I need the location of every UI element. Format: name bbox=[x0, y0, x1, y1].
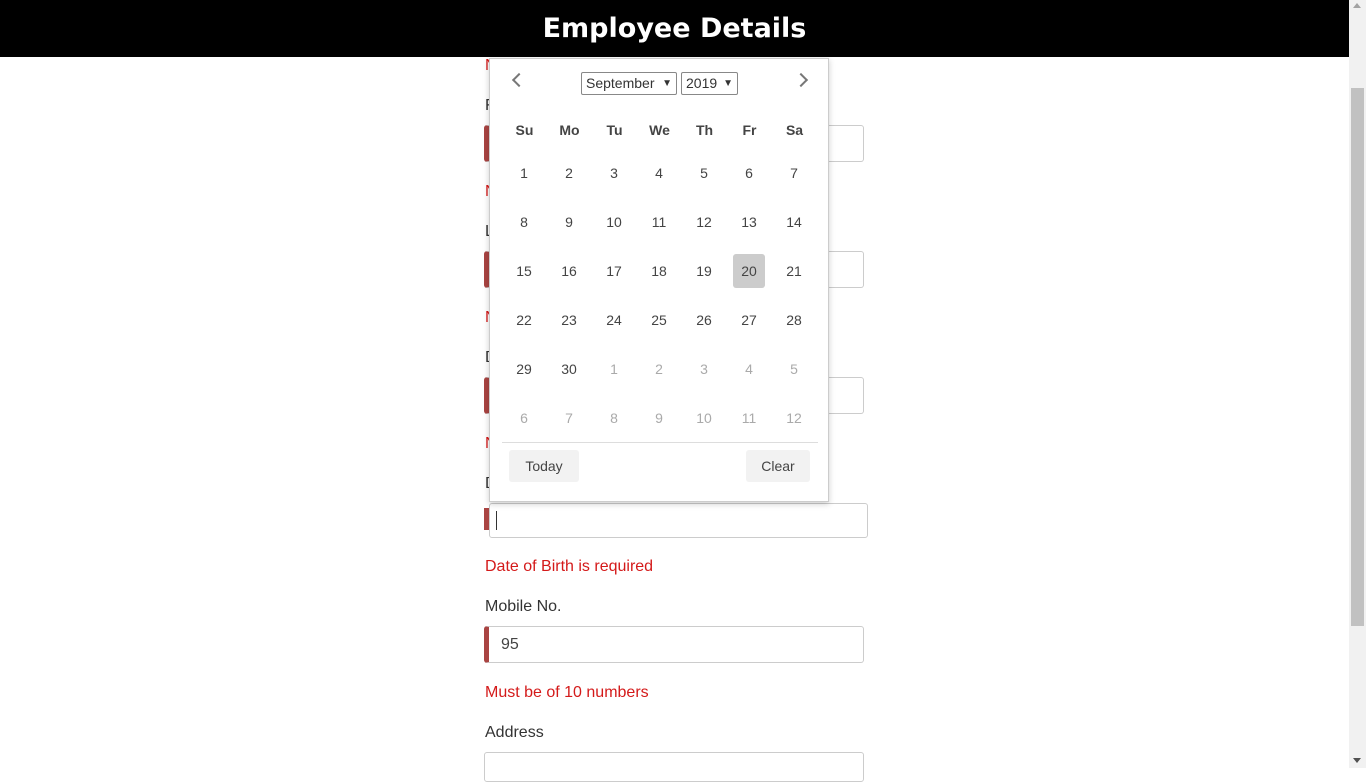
mobile-input[interactable]: 95 bbox=[484, 626, 864, 663]
day-cell[interactable]: 14 bbox=[778, 205, 810, 239]
day-cell[interactable]: 28 bbox=[778, 303, 810, 337]
day-cell[interactable]: 30 bbox=[553, 352, 585, 386]
picker-divider bbox=[502, 442, 818, 443]
text-caret bbox=[496, 511, 497, 530]
day-cell[interactable]: 11 bbox=[643, 205, 675, 239]
day-cell[interactable]: 8 bbox=[598, 401, 630, 435]
day-cell[interactable]: 12 bbox=[688, 205, 720, 239]
day-cell[interactable]: 4 bbox=[733, 352, 765, 386]
day-cell[interactable]: 5 bbox=[688, 156, 720, 190]
scroll-down-icon[interactable] bbox=[1353, 758, 1361, 763]
day-cell[interactable]: 17 bbox=[598, 254, 630, 288]
day-cell-selected[interactable]: 20 bbox=[733, 254, 765, 288]
day-cell[interactable]: 29 bbox=[508, 352, 540, 386]
day-cell[interactable]: 25 bbox=[643, 303, 675, 337]
weekday-th: Th bbox=[695, 122, 714, 138]
today-button[interactable]: Today bbox=[509, 450, 579, 482]
day-cell[interactable]: 9 bbox=[553, 205, 585, 239]
day-cell[interactable]: 24 bbox=[598, 303, 630, 337]
day-cell[interactable]: 13 bbox=[733, 205, 765, 239]
scroll-up-icon[interactable] bbox=[1353, 3, 1361, 8]
day-cell[interactable]: 21 bbox=[778, 254, 810, 288]
day-cell[interactable]: 2 bbox=[643, 352, 675, 386]
day-cell[interactable]: 7 bbox=[553, 401, 585, 435]
day-cell[interactable]: 9 bbox=[643, 401, 675, 435]
day-cell[interactable]: 6 bbox=[508, 401, 540, 435]
day-cell[interactable]: 3 bbox=[598, 156, 630, 190]
weekday-we: We bbox=[649, 122, 670, 138]
month-dropdown-icon: ▼ bbox=[662, 78, 672, 89]
day-cell[interactable]: 7 bbox=[778, 156, 810, 190]
day-cell[interactable]: 10 bbox=[688, 401, 720, 435]
month-value: September bbox=[586, 75, 655, 91]
year-dropdown-icon: ▼ bbox=[723, 78, 733, 89]
day-cell[interactable]: 15 bbox=[508, 254, 540, 288]
day-cell[interactable]: 2 bbox=[553, 156, 585, 190]
weekday-tu: Tu bbox=[606, 122, 623, 138]
mobile-error: Must be of 10 numbers bbox=[485, 684, 649, 701]
day-cell[interactable]: 19 bbox=[688, 254, 720, 288]
year-value: 2019 bbox=[686, 75, 718, 91]
day-cell[interactable]: 4 bbox=[643, 156, 675, 190]
day-cell[interactable]: 6 bbox=[733, 156, 765, 190]
day-cell[interactable]: 1 bbox=[598, 352, 630, 386]
day-cell[interactable]: 10 bbox=[598, 205, 630, 239]
scroll-thumb[interactable] bbox=[1351, 88, 1364, 626]
day-cell[interactable]: 11 bbox=[733, 401, 765, 435]
mobile-label: Mobile No. bbox=[485, 598, 562, 615]
address-input[interactable] bbox=[484, 752, 864, 782]
day-cell[interactable]: 3 bbox=[688, 352, 720, 386]
day-cell[interactable]: 26 bbox=[688, 303, 720, 337]
month-select[interactable]: September ▼ bbox=[581, 72, 677, 95]
day-cell[interactable]: 12 bbox=[778, 401, 810, 435]
weekday-sa: Sa bbox=[785, 122, 804, 138]
address-label: Address bbox=[485, 724, 544, 741]
day-cell[interactable]: 23 bbox=[553, 303, 585, 337]
dob-input[interactable] bbox=[489, 503, 868, 538]
day-cell[interactable]: 5 bbox=[778, 352, 810, 386]
clear-button[interactable]: Clear bbox=[746, 450, 810, 482]
day-cell[interactable]: 8 bbox=[508, 205, 540, 239]
weekday-su: Su bbox=[515, 122, 534, 138]
weekday-fr: Fr bbox=[742, 122, 757, 138]
day-cell[interactable]: 16 bbox=[553, 254, 585, 288]
day-cell[interactable]: 27 bbox=[733, 303, 765, 337]
day-cell[interactable]: 1 bbox=[508, 156, 540, 190]
day-cell[interactable]: 22 bbox=[508, 303, 540, 337]
page-header: Employee Details bbox=[0, 0, 1349, 57]
year-select[interactable]: 2019 ▼ bbox=[681, 72, 738, 95]
dob-error: Date of Birth is required bbox=[485, 558, 654, 575]
page-title: Employee Details bbox=[542, 13, 807, 44]
day-cell[interactable]: 18 bbox=[643, 254, 675, 288]
weekday-mo: Mo bbox=[559, 122, 580, 138]
